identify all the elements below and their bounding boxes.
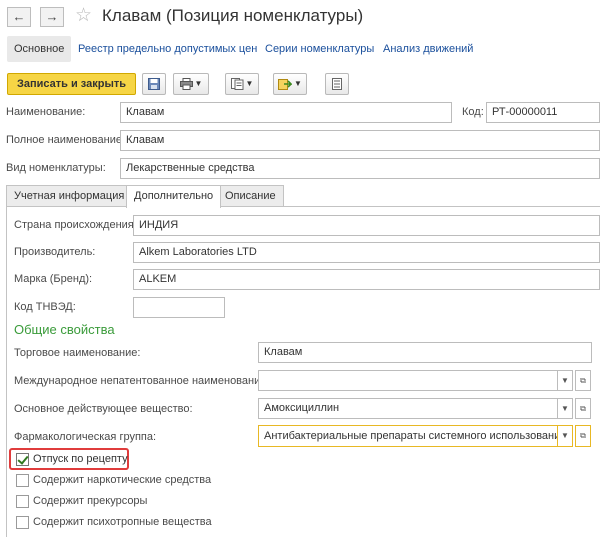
chevron-down-icon: ▼ — [561, 376, 569, 385]
prescription-checkbox[interactable] — [16, 453, 29, 466]
chevron-down-icon: ▼ — [561, 431, 569, 440]
narcotics-checkbox[interactable] — [16, 474, 29, 487]
inn-field[interactable] — [258, 370, 558, 391]
prescription-label[interactable]: Отпуск по рецепту — [33, 453, 128, 465]
open-icon: ⧉ — [580, 404, 586, 413]
trade-name-field[interactable]: Клавам — [258, 342, 592, 363]
pharm-group-open-button[interactable]: ⧉ — [575, 425, 591, 447]
nav-tab-series[interactable]: Серии номенклатуры — [265, 36, 374, 62]
precursors-label[interactable]: Содержит прекурсоры — [33, 495, 147, 507]
active-substance-dropdown-button[interactable]: ▼ — [557, 398, 573, 419]
forward-button[interactable]: → — [40, 7, 64, 27]
psychotropic-checkbox[interactable] — [16, 516, 29, 529]
nav-tab-price-registry[interactable]: Реестр предельно допустимых цен — [78, 36, 257, 62]
manufacturer-field[interactable]: Alkem Laboratories LTD — [133, 242, 600, 263]
brand-label: Марка (Бренд): — [14, 273, 93, 285]
active-substance-open-button[interactable]: ⧉ — [575, 398, 591, 419]
print-button[interactable]: ▼ — [173, 73, 209, 95]
full-name-label: Полное наименование: — [6, 134, 126, 146]
inn-dropdown-button[interactable]: ▼ — [557, 370, 573, 391]
name-field[interactable]: Клавам — [120, 102, 452, 123]
nav-tab-main[interactable]: Основное — [7, 36, 72, 62]
kind-label: Вид номенклатуры: — [6, 162, 106, 174]
list-button[interactable] — [325, 73, 349, 95]
save-icon — [148, 78, 160, 91]
nav-tab-movement-analysis[interactable]: Анализ движений — [383, 36, 473, 62]
psychotropic-label[interactable]: Содержит психотропные вещества — [33, 516, 212, 528]
pharm-group-label: Фармакологическая группа: — [14, 431, 157, 443]
tab-additional[interactable]: Дополнительно — [126, 185, 222, 208]
list-icon — [332, 78, 342, 91]
save-button[interactable] — [142, 73, 166, 95]
pharm-group-dropdown-button[interactable]: ▼ — [557, 425, 573, 447]
name-label: Наименование: — [6, 106, 86, 118]
general-properties-title: Общие свойства — [14, 322, 115, 337]
active-substance-field[interactable]: Амоксициллин — [258, 398, 558, 419]
save-and-close-button[interactable]: Записать и закрыть — [7, 73, 136, 95]
kind-field[interactable]: Лекарственные средства — [120, 158, 600, 179]
report-icon — [230, 78, 244, 91]
tnved-field[interactable] — [133, 297, 225, 318]
code-label: Код: — [462, 106, 484, 118]
full-name-field[interactable]: Клавам — [120, 130, 600, 151]
inn-label: Международное непатентованное наименован… — [14, 375, 270, 387]
open-icon: ⧉ — [580, 376, 586, 385]
back-button[interactable]: ← — [7, 7, 31, 27]
create-based-on-button[interactable]: ▼ — [273, 73, 307, 95]
country-field[interactable]: ИНДИЯ — [133, 215, 600, 236]
manufacturer-label: Производитель: — [14, 246, 96, 258]
reports-button[interactable]: ▼ — [225, 73, 259, 95]
tab-description[interactable]: Описание — [217, 185, 284, 207]
tnved-label: Код ТНВЭД: — [14, 301, 76, 313]
code-field[interactable]: РТ-00000011 — [486, 102, 600, 123]
chevron-down-icon: ▼ — [561, 404, 569, 413]
narcotics-label[interactable]: Содержит наркотические средства — [33, 474, 211, 486]
window-title: Клавам (Позиция номенклатуры) — [102, 6, 364, 25]
arrow-left-icon: ← — [12, 9, 26, 24]
tab-accounting-info[interactable]: Учетная информация — [6, 185, 133, 207]
arrow-right-icon: → — [45, 9, 59, 24]
active-substance-label: Основное действующее вещество: — [14, 403, 193, 415]
trade-name-label: Торговое наименование: — [14, 347, 141, 359]
inn-open-button[interactable]: ⧉ — [575, 370, 591, 391]
create-based-on-icon — [278, 79, 293, 91]
country-label: Страна происхождения: — [14, 219, 137, 231]
brand-field[interactable]: ALKEM — [133, 269, 600, 290]
pharm-group-field[interactable]: Антибактериальные препараты системного и… — [258, 425, 558, 447]
print-icon — [179, 78, 193, 91]
open-icon: ⧉ — [580, 431, 586, 440]
precursors-checkbox[interactable] — [16, 495, 29, 508]
star-icon[interactable]: ☆ — [75, 4, 92, 27]
